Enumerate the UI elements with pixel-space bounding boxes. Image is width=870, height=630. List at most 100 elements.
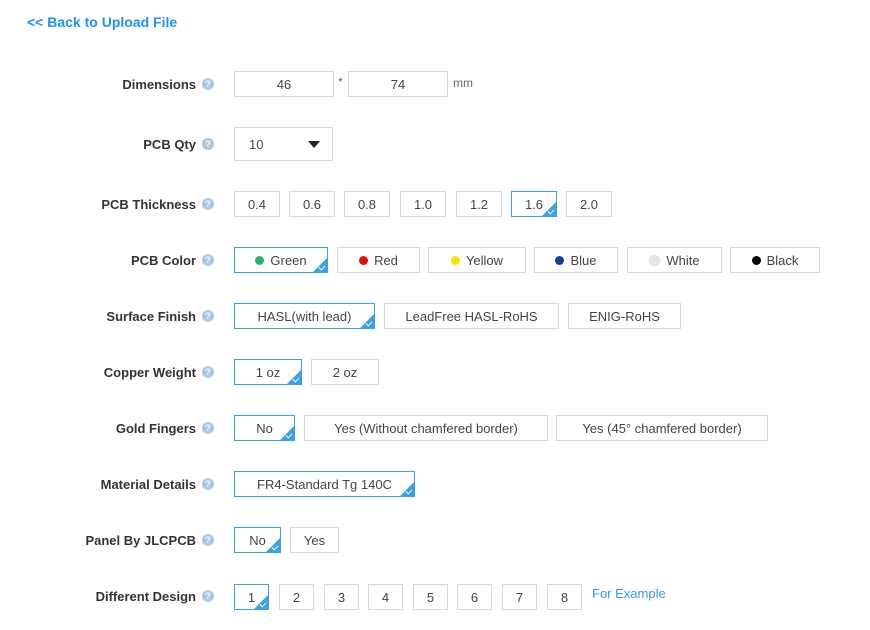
gold-fingers-option-label: Yes (Without chamfered border) xyxy=(334,420,518,436)
design-count-option-label: 1 xyxy=(247,589,256,605)
help-icon[interactable]: ? xyxy=(202,366,214,378)
panel-option-label: No xyxy=(249,532,266,548)
help-icon[interactable]: ? xyxy=(202,138,214,150)
gold-fingers-option[interactable]: No xyxy=(234,415,295,441)
thickness-option[interactable]: 0.4 xyxy=(234,191,280,217)
surface-finish-option-label: HASL(with lead) xyxy=(257,308,352,324)
thickness-option-label: 0.6 xyxy=(302,196,322,212)
color-option-label: Blue xyxy=(570,252,597,268)
panel-option-label: Yes xyxy=(303,532,326,548)
material-details-row: Material Details? FR4-Standard Tg 140C xyxy=(0,467,870,501)
panel-label: Panel By JLCPCB xyxy=(85,532,196,548)
color-option[interactable]: Yellow xyxy=(428,247,526,273)
help-icon[interactable]: ? xyxy=(202,198,214,210)
design-count-option[interactable]: 3 xyxy=(324,584,359,610)
for-example-link[interactable]: For Example xyxy=(592,586,666,601)
width-input[interactable]: 46 xyxy=(234,71,334,97)
color-option-label: White xyxy=(666,252,700,268)
thickness-option[interactable]: 1.0 xyxy=(400,191,446,217)
surface-finish-label: Surface Finish xyxy=(106,308,196,324)
help-icon[interactable]: ? xyxy=(202,590,214,602)
thickness-option[interactable]: 1.6 xyxy=(511,191,557,217)
design-count-option[interactable]: 7 xyxy=(502,584,537,610)
color-option[interactable]: Red xyxy=(337,247,420,273)
thickness-option-label: 1.6 xyxy=(524,196,544,212)
different-design-row: Different Design? 1 2 3 4 5 6 7 8 For Example xyxy=(0,579,870,613)
back-to-upload-link[interactable]: << Back to Upload File xyxy=(27,14,177,30)
color-dot-icon xyxy=(359,255,369,265)
gold-fingers-option[interactable]: Yes (45° chamfered border) xyxy=(556,415,768,441)
color-option-label: Green xyxy=(270,252,307,268)
help-icon[interactable]: ? xyxy=(202,534,214,546)
thickness-option-label: 1.2 xyxy=(469,196,489,212)
surface-finish-option-label: LeadFree HASL-RoHS xyxy=(405,308,538,324)
unit-label: mm xyxy=(453,76,473,90)
surface-finish-option[interactable]: HASL(with lead) xyxy=(234,303,375,329)
surface-finish-option[interactable]: LeadFree HASL-RoHS xyxy=(384,303,559,329)
help-icon[interactable]: ? xyxy=(202,254,214,266)
thickness-option[interactable]: 2.0 xyxy=(566,191,612,217)
color-option[interactable]: Blue xyxy=(534,247,618,273)
color-option-label: Yellow xyxy=(465,252,504,268)
dimensions-row: Dimensions? 46 * 74 mm xyxy=(0,67,870,101)
help-icon[interactable]: ? xyxy=(202,78,214,90)
gold-fingers-label: Gold Fingers xyxy=(115,420,196,436)
design-count-option[interactable]: 4 xyxy=(368,584,403,610)
design-count-option[interactable]: 5 xyxy=(413,584,448,610)
surface-finish-option[interactable]: ENIG-RoHS xyxy=(568,303,681,329)
dimension-separator: * xyxy=(338,75,343,89)
dimensions-label: Dimensions xyxy=(122,76,196,92)
panel-option[interactable]: Yes xyxy=(290,527,339,553)
caret-down-icon xyxy=(308,141,320,148)
gold-fingers-option-label: No xyxy=(256,420,273,436)
design-count-option[interactable]: 6 xyxy=(457,584,492,610)
color-dot-icon xyxy=(450,255,460,265)
color-option[interactable]: Green xyxy=(234,247,328,273)
color-dot-icon xyxy=(555,255,565,265)
pcb-thickness-label: PCB Thickness xyxy=(101,196,196,212)
color-option-label: Red xyxy=(374,252,398,268)
gold-fingers-option-label: Yes (45° chamfered border) xyxy=(582,420,742,436)
design-count-option-label: 4 xyxy=(381,589,390,605)
copper-weight-option[interactable]: 2 oz xyxy=(311,359,379,385)
help-icon[interactable]: ? xyxy=(202,478,214,490)
surface-finish-row: Surface Finish? HASL(with lead) LeadFree … xyxy=(0,299,870,333)
thickness-option[interactable]: 0.8 xyxy=(344,191,390,217)
help-icon[interactable]: ? xyxy=(202,310,214,322)
pcb-color-row: PCB Color? Green Red Yellow Blue White Black xyxy=(0,243,870,277)
gold-fingers-option[interactable]: Yes (Without chamfered border) xyxy=(304,415,548,441)
different-design-label: Different Design xyxy=(95,588,196,604)
thickness-option-label: 0.8 xyxy=(357,196,377,212)
thickness-option[interactable]: 1.2 xyxy=(456,191,502,217)
design-count-option-label: 5 xyxy=(426,589,435,605)
height-input[interactable]: 74 xyxy=(348,71,448,97)
color-dot-icon xyxy=(649,254,661,266)
pcb-color-label: PCB Color xyxy=(131,252,196,268)
help-icon[interactable]: ? xyxy=(202,422,214,434)
design-count-option[interactable]: 1 xyxy=(234,584,269,610)
pcb-qty-select[interactable]: 10 xyxy=(234,127,333,161)
copper-weight-row: Copper Weight? 1 oz 2 oz xyxy=(0,355,870,389)
pcb-qty-row: PCB Qty? 10 xyxy=(0,127,870,161)
design-count-option[interactable]: 2 xyxy=(279,584,314,610)
material-option-label: FR4-Standard Tg 140C xyxy=(257,476,392,492)
pcb-qty-label: PCB Qty xyxy=(143,136,196,152)
color-option[interactable]: Black xyxy=(730,247,820,273)
color-option[interactable]: White xyxy=(627,247,722,273)
pcb-thickness-row: PCB Thickness? 0.4 0.6 0.8 1.0 1.2 1.6 2.0 xyxy=(0,187,870,221)
copper-weight-option-label: 2 oz xyxy=(332,364,358,380)
gold-fingers-row: Gold Fingers? No Yes (Without chamfered b… xyxy=(0,411,870,445)
panel-row: Panel By JLCPCB? No Yes xyxy=(0,523,870,557)
thickness-option[interactable]: 0.6 xyxy=(289,191,335,217)
design-count-option-label: 7 xyxy=(515,589,524,605)
material-option[interactable]: FR4-Standard Tg 140C xyxy=(234,471,415,497)
material-details-label: Material Details xyxy=(100,476,196,492)
design-count-option[interactable]: 8 xyxy=(547,584,582,610)
panel-option[interactable]: No xyxy=(234,527,281,553)
pcb-qty-value: 10 xyxy=(249,136,264,152)
copper-weight-option[interactable]: 1 oz xyxy=(234,359,302,385)
thickness-option-label: 2.0 xyxy=(579,196,599,212)
thickness-option-label: 0.4 xyxy=(247,196,267,212)
color-option-label: Black xyxy=(766,252,799,268)
color-dot-icon xyxy=(751,255,761,265)
